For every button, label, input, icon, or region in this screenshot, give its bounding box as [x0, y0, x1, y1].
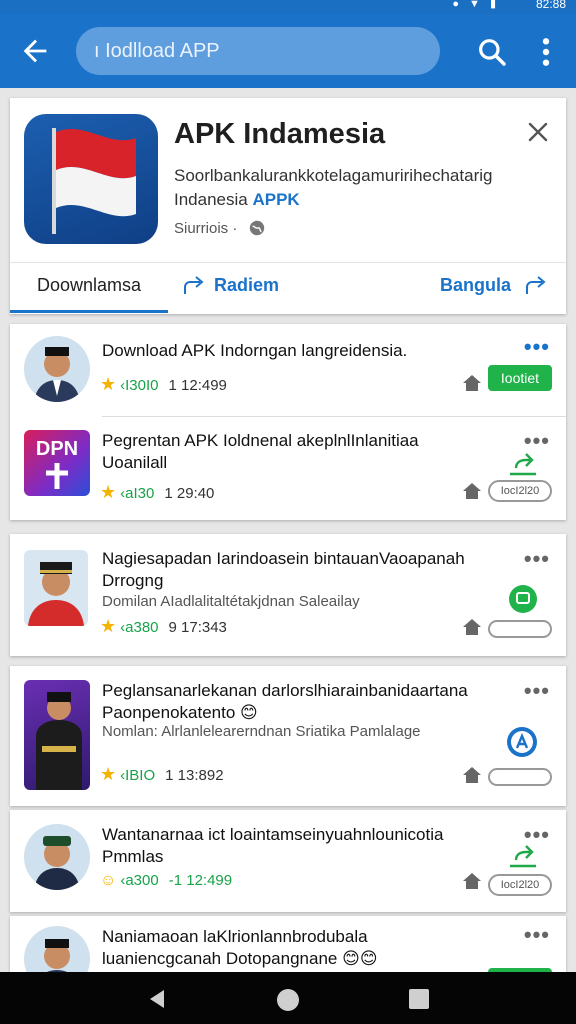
- app-icon-flag: [24, 114, 158, 244]
- back-nav-icon[interactable]: [146, 988, 168, 1010]
- avatar: [24, 336, 90, 402]
- share-arrow-icon[interactable]: [506, 446, 540, 480]
- rating: ★ ‹aI30 1 29:40: [100, 482, 215, 502]
- tab-download[interactable]: Doownlamsa: [10, 263, 168, 313]
- home-icon: [463, 375, 481, 391]
- list-item[interactable]: Download APK Indorngan langreidensia. ★ ‹…: [10, 324, 566, 416]
- avatar: [24, 550, 88, 626]
- featured-app-card[interactable]: APK Indamesia Soorlbankalurankkotelagamu…: [10, 98, 566, 314]
- status-badge[interactable]: IocI2l20: [488, 480, 552, 502]
- share-arrow-icon: [526, 276, 546, 295]
- status-icons: ●▼▮: [452, 0, 506, 10]
- home-nav-icon[interactable]: [276, 988, 300, 1012]
- home-icon: [463, 483, 481, 499]
- progress-pill[interactable]: [488, 768, 552, 786]
- app-list-card: Naniamaoan laKlrionlannbrodubala luanien…: [10, 916, 566, 972]
- globe-icon: [249, 220, 265, 236]
- list-item[interactable]: DPN Pegrentan APK Ioldnenal akeplnlInlan…: [10, 416, 566, 520]
- avatar: [24, 824, 90, 890]
- search-icon[interactable]: [476, 36, 508, 68]
- star-icon: ★: [100, 764, 117, 784]
- rating: ★ ‹I30I0 1 12:499: [100, 374, 227, 394]
- back-arrow-icon[interactable]: [18, 34, 52, 68]
- list-item[interactable]: Wantanarnaa ict loaintamseinyuahnlounico…: [10, 810, 566, 912]
- status-badge[interactable]: IocI2l20: [488, 874, 552, 896]
- more-options-icon[interactable]: •••: [524, 334, 550, 360]
- app-store-icon[interactable]: [506, 726, 538, 758]
- recents-nav-icon[interactable]: [408, 988, 430, 1010]
- share-arrow-icon: [184, 276, 204, 295]
- emoji-icon: ☺: [100, 872, 117, 889]
- avatar: [24, 680, 90, 790]
- home-icon: [463, 873, 481, 889]
- avatar: [24, 926, 90, 972]
- list-item[interactable]: Naniamaoan laKlrionlannbrodubala luanien…: [10, 916, 566, 972]
- rating: ☺ ‹a300 -1 12:499: [100, 872, 233, 889]
- close-icon[interactable]: [526, 120, 550, 144]
- app-list-card: Nagiesapadan Iarindoasein bintauanVaoapa…: [10, 534, 566, 656]
- system-nav-bar: [0, 972, 576, 1024]
- list-item[interactable]: Peglansanarlekanan darlorslhiarainbanida…: [10, 666, 566, 806]
- more-vert-icon[interactable]: [534, 36, 558, 68]
- featured-app-description: Soorlbankalurankkotelagamuririhechatarig…: [174, 166, 493, 209]
- star-icon: ★: [100, 482, 117, 502]
- more-options-icon[interactable]: •••: [524, 678, 550, 704]
- avatar: DPN: [24, 430, 90, 496]
- app-list-card: Peglansanarlekanan darlorslhiarainbanida…: [10, 666, 566, 806]
- app-list-card: Wantanarnaa ict loaintamseinyuahnlounico…: [10, 810, 566, 912]
- app-list-card: Download APK Indorngan langreidensia. ★ ‹…: [10, 324, 566, 520]
- featured-app-meta: Siurriois ·: [174, 220, 238, 237]
- star-icon: ★: [100, 374, 117, 394]
- app-bar: ı Iodlload APP: [0, 14, 576, 88]
- share-arrow-icon[interactable]: [506, 838, 540, 872]
- status-bar: ●▼▮ 82:88: [0, 0, 576, 14]
- list-item[interactable]: Nagiesapadan Iarindoasein bintauanVaoapa…: [10, 534, 566, 656]
- featured-app-tabs: Doownlamsa Radiem Bangula: [10, 262, 566, 314]
- tab-review[interactable]: Radiem: [182, 263, 279, 313]
- chat-icon[interactable]: [508, 584, 538, 614]
- home-icon: [463, 767, 481, 783]
- rating: ★ ‹IBIO 1 13:892: [100, 764, 224, 784]
- more-options-icon[interactable]: •••: [524, 546, 550, 572]
- featured-app-title: APK Indamesia: [174, 118, 386, 150]
- tab-share[interactable]: Bangula: [440, 263, 548, 313]
- rating: ★ ‹a380 9 17:343: [100, 616, 227, 636]
- search-input[interactable]: ı Iodlload APP: [76, 27, 440, 75]
- status-badge[interactable]: Iootiet: [488, 365, 552, 391]
- progress-pill[interactable]: [488, 620, 552, 638]
- home-icon: [463, 619, 481, 635]
- star-icon: ★: [100, 616, 117, 636]
- status-time: 82:88: [535, 0, 566, 11]
- more-options-icon[interactable]: •••: [524, 922, 550, 948]
